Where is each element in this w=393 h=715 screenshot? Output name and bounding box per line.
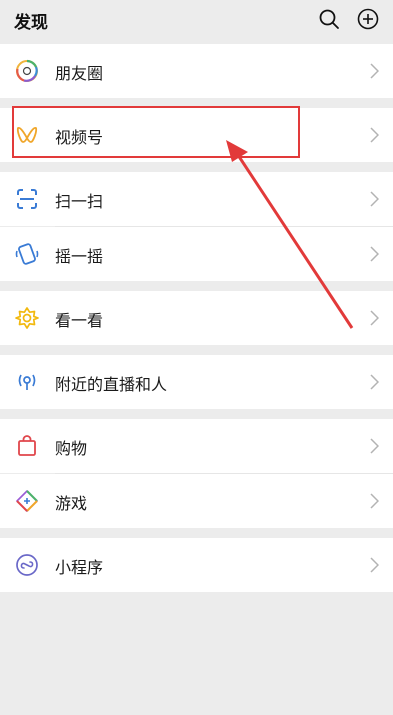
menu-item-nearby[interactable]: 附近的直播和人	[0, 355, 393, 409]
chevron-right-icon	[370, 63, 379, 79]
page-title: 发现	[14, 13, 48, 33]
highlight-box	[12, 106, 300, 158]
menu-item-label: 附近的直播和人	[55, 375, 168, 394]
scan-icon	[17, 189, 37, 209]
menu-item-scan[interactable]: 扫一扫	[0, 172, 393, 226]
menu-item-label: 摇一摇	[55, 247, 104, 266]
search-icon[interactable]	[318, 8, 340, 30]
moments-icon	[16, 59, 38, 82]
chevron-right-icon	[370, 246, 379, 262]
shopping-bag-icon	[18, 435, 36, 456]
top-bar: 发现	[0, 0, 393, 42]
menu-item-label: 游戏	[55, 494, 88, 513]
plus-circle-icon[interactable]	[357, 8, 379, 30]
chevron-right-icon	[370, 191, 379, 207]
menu-item-top-stories[interactable]: 看一看	[0, 291, 393, 345]
menu-item-mini-programs[interactable]: 小程序	[0, 538, 393, 592]
menu-item-label: 扫一扫	[55, 192, 104, 211]
menu-item-label: 朋友圈	[55, 64, 104, 83]
menu-item-games[interactable]: 游戏	[0, 474, 393, 528]
shake-icon	[15, 243, 39, 265]
chevron-right-icon	[370, 493, 379, 509]
chevron-right-icon	[370, 127, 379, 143]
chevron-right-icon	[370, 557, 379, 573]
chevron-right-icon	[370, 310, 379, 326]
mini-program-icon	[16, 554, 38, 576]
top-stories-icon	[15, 307, 39, 329]
chevron-right-icon	[370, 374, 379, 390]
menu-item-moments[interactable]: 朋友圈	[0, 44, 393, 98]
menu-item-shake[interactable]: 摇一摇	[0, 227, 393, 281]
menu-item-label: 小程序	[55, 558, 104, 577]
nearby-icon	[18, 374, 36, 390]
menu-item-label: 购物	[55, 439, 88, 458]
chevron-right-icon	[370, 438, 379, 454]
games-icon	[16, 490, 38, 512]
menu-item-label: 看一看	[55, 311, 104, 330]
menu-item-shopping[interactable]: 购物	[0, 419, 393, 473]
